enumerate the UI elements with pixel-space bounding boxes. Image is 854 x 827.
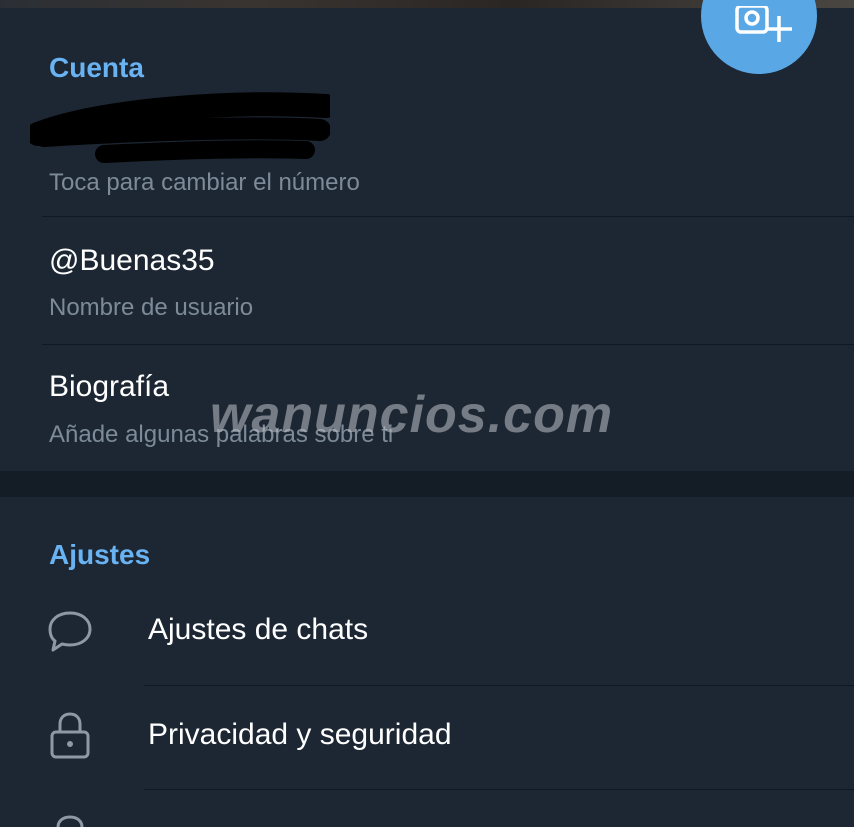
- settings-section-title: Ajustes: [49, 539, 151, 570]
- lock-icon: [50, 712, 90, 759]
- chat-bubble-icon: [48, 611, 92, 652]
- watermark: wanuncios.com: [210, 386, 614, 444]
- divider: [42, 216, 854, 217]
- divider: [144, 685, 854, 686]
- phone-hint: Toca para cambiar el número: [49, 169, 360, 196]
- settings-item-chats-label: Ajustes de chats: [148, 613, 369, 646]
- username-value: @Buenas35: [49, 244, 215, 277]
- settings-item-privacy-label: Privacidad y seguridad: [148, 718, 452, 751]
- account-section-title: Cuenta: [49, 52, 144, 83]
- set-photo-button[interactable]: [701, 0, 817, 74]
- username-hint: Nombre de usuario: [49, 294, 254, 321]
- phone-number-redacted: [30, 92, 330, 163]
- partial-icon: [56, 815, 84, 827]
- bio-label: Biografía: [49, 370, 170, 403]
- divider: [42, 344, 854, 345]
- add-photo-icon: [735, 6, 792, 42]
- section-separator: [0, 471, 854, 497]
- divider: [144, 789, 854, 790]
- settings-section: Ajustes Ajustes de chats Privacidad y se…: [0, 497, 854, 827]
